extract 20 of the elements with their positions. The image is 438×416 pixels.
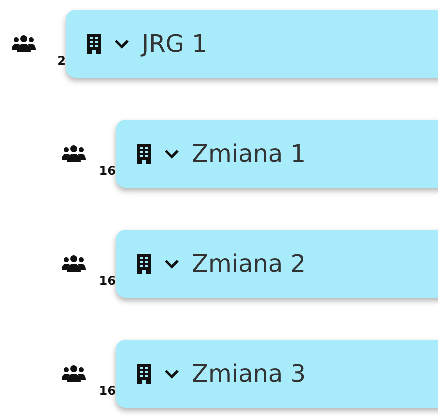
node-label: Zmiana 1 [192, 140, 306, 168]
member-count: 16 [99, 274, 116, 288]
building-icon [86, 34, 102, 54]
tree-node[interactable]: JRG 1 [66, 10, 438, 78]
building-icon [136, 364, 152, 384]
tree-node[interactable]: Zmiana 3 [116, 340, 438, 408]
member-count: 16 [99, 164, 116, 178]
building-icon [136, 254, 152, 274]
member-count: 2 [58, 54, 66, 68]
node-label: Zmiana 2 [192, 250, 306, 278]
building-icon [136, 144, 152, 164]
member-count: 16 [99, 384, 116, 398]
people-icon [62, 255, 86, 273]
tree-node[interactable]: Zmiana 1 [116, 120, 438, 188]
people-icon [62, 145, 86, 163]
people-icon [12, 35, 36, 53]
node-label: Zmiana 3 [192, 360, 306, 388]
node-label: JRG 1 [142, 30, 208, 58]
tree-node[interactable]: Zmiana 2 [116, 230, 438, 298]
people-icon [62, 365, 86, 383]
